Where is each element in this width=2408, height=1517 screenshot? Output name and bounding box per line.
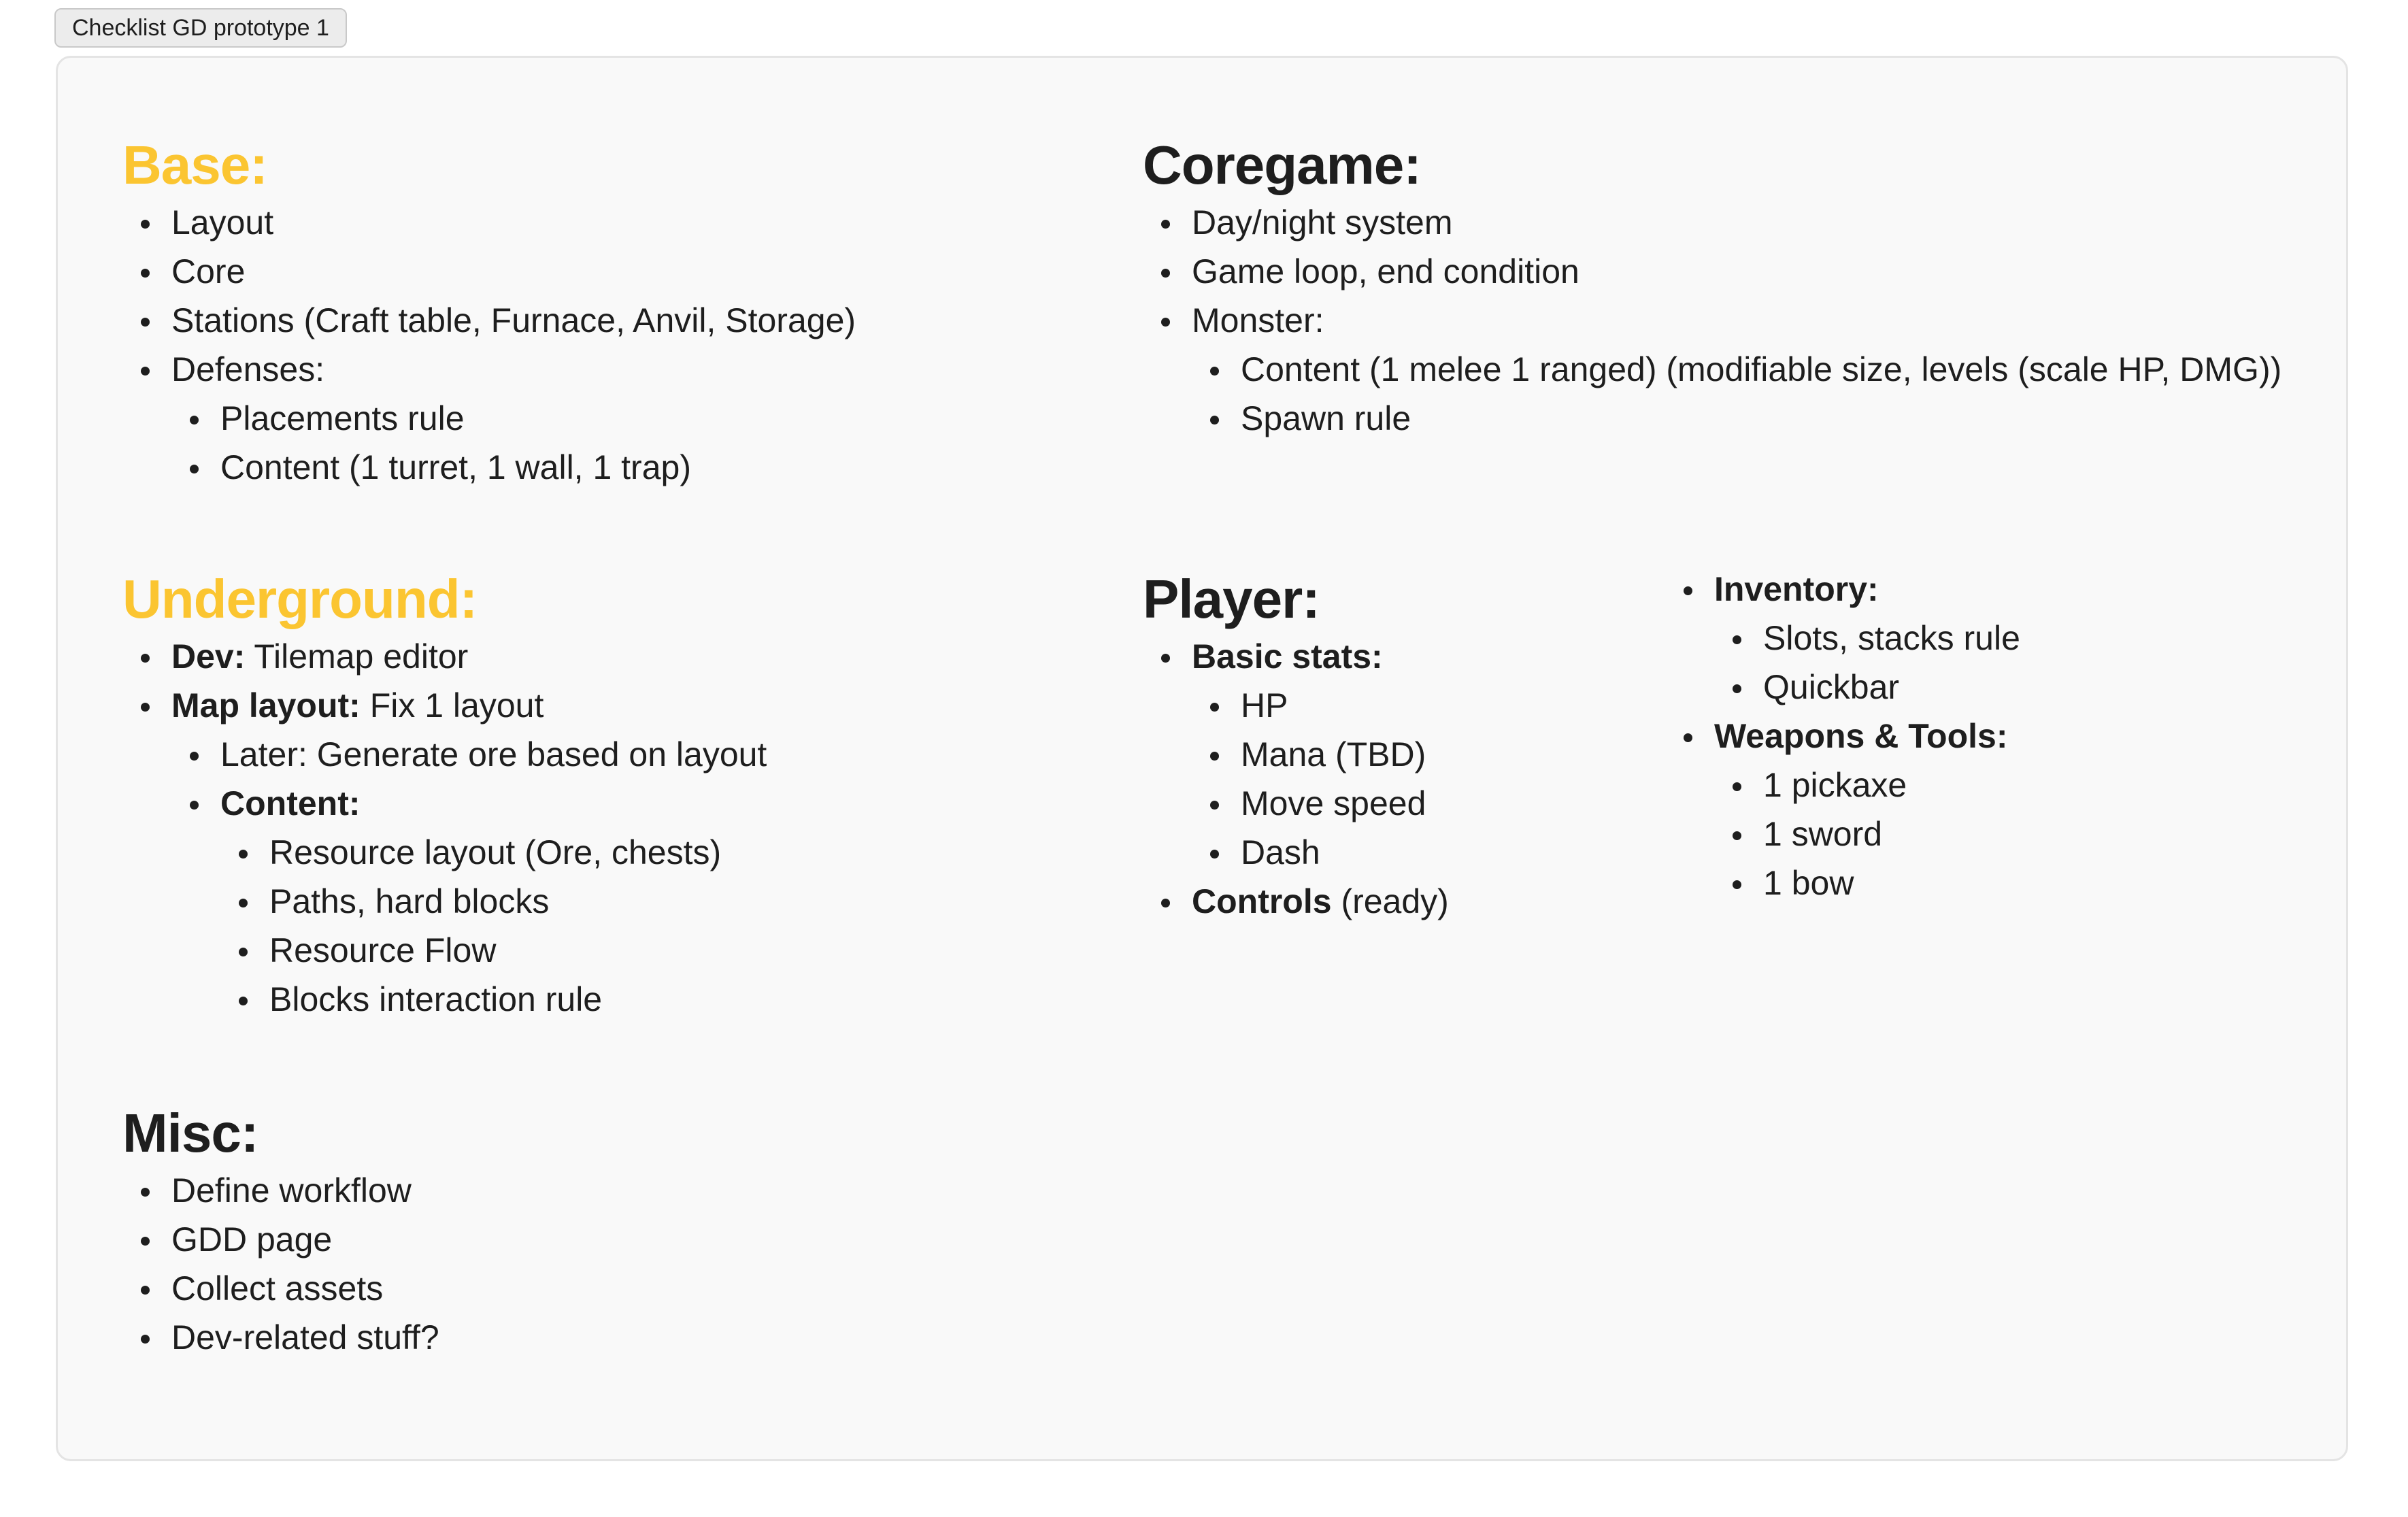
defenses-list: Placements rule Content (1 turret, 1 wal… (171, 394, 856, 492)
list-item[interactable]: 1 bow (1733, 858, 2020, 907)
player-heading: Player: (1143, 569, 1320, 629)
dev-text: Tilemap editor (245, 637, 469, 676)
list-item[interactable]: HP (1210, 681, 1449, 730)
list-item[interactable]: Mana (TBD) (1210, 730, 1449, 779)
controls-label: Controls (1192, 882, 1332, 920)
monster-list: Content (1 melee 1 ranged) (modifiable s… (1192, 345, 2281, 443)
list-item[interactable]: Resource Flow (238, 926, 767, 975)
weapons-tools-label: Weapons & Tools: (1714, 717, 2008, 755)
list-item[interactable]: Dev-related stuff? (141, 1313, 439, 1362)
list-item[interactable]: Spawn rule (1209, 394, 2281, 443)
list-item[interactable]: Paths, hard blocks (238, 877, 767, 926)
checklist-frame[interactable]: Base: Layout Core Stations (Craft table,… (56, 56, 2348, 1461)
list-item[interactable]: Day/night system (1160, 198, 2281, 247)
misc-list: Define workflow GDD page Collect assets … (122, 1166, 439, 1362)
list-item[interactable]: Later: Generate ore based on layout (189, 730, 767, 779)
map-layout-text: Fix 1 layout (360, 686, 544, 724)
basic-stats-list: HP Mana (TBD) Move speed Dash (1192, 681, 1449, 877)
coregame-list: Day/night system Game loop, end conditio… (1143, 198, 2281, 443)
list-item[interactable]: Inventory: Slots, stacks rule Quickbar (1684, 565, 2020, 712)
player-list: Basic stats: HP Mana (TBD) Move speed Da… (1143, 632, 1449, 926)
coregame-section: Coregame: Day/night system Game loop, en… (1143, 133, 2281, 443)
list-item[interactable]: Dev: Tilemap editor (140, 632, 767, 681)
list-item[interactable]: Content (1 turret, 1 wall, 1 trap) (189, 443, 856, 492)
list-item[interactable]: Move speed (1210, 779, 1449, 828)
controls-text: (ready) (1331, 882, 1449, 920)
list-item[interactable]: Controls (ready) (1161, 877, 1449, 926)
list-item[interactable]: Game loop, end condition (1160, 247, 2281, 296)
list-item[interactable]: Stations (Craft table, Furnace, Anvil, S… (140, 296, 856, 345)
list-item[interactable]: Define workflow (141, 1166, 439, 1215)
player-right-list: Inventory: Slots, stacks rule Quickbar W… (1684, 565, 2020, 907)
list-item[interactable]: Layout (140, 198, 856, 247)
underground-list: Dev: Tilemap editor Map layout: Fix 1 la… (122, 632, 767, 1024)
list-item[interactable]: 1 sword (1733, 810, 2020, 858)
misc-section: Misc: Define workflow GDD page Collect a… (122, 1101, 439, 1362)
list-item[interactable]: Core (140, 247, 856, 296)
base-heading: Base: (122, 135, 268, 195)
list-item[interactable]: Placements rule (189, 394, 856, 443)
base-list: Layout Core Stations (Craft table, Furna… (122, 198, 856, 492)
underground-heading: Underground: (122, 569, 478, 629)
list-item[interactable]: Basic stats: HP Mana (TBD) Move speed Da… (1161, 632, 1449, 877)
list-item[interactable]: Blocks interaction rule (238, 975, 767, 1024)
list-item[interactable]: Weapons & Tools: 1 pickaxe 1 sword 1 bow (1684, 712, 2020, 907)
list-item[interactable]: Defenses: Placements rule Content (1 tur… (140, 345, 856, 492)
list-item[interactable]: Resource layout (Ore, chests) (238, 828, 767, 877)
weapons-tools-list: 1 pickaxe 1 sword 1 bow (1714, 761, 2020, 907)
list-item[interactable]: Content: Resource layout (Ore, chests) P… (189, 779, 767, 1024)
list-item[interactable]: Dash (1210, 828, 1449, 877)
list-item[interactable]: Collect assets (141, 1264, 439, 1313)
list-item[interactable]: Monster: Content (1 melee 1 ranged) (mod… (1160, 296, 2281, 443)
content-list: Resource layout (Ore, chests) Paths, har… (220, 828, 767, 1024)
basic-stats-label: Basic stats: (1192, 637, 1383, 676)
inventory-list: Slots, stacks rule Quickbar (1714, 614, 2020, 712)
coregame-heading: Coregame: (1143, 135, 1422, 195)
underground-section: Underground: Dev: Tilemap editor Map lay… (122, 567, 767, 1024)
player-right-column: Inventory: Slots, stacks rule Quickbar W… (1684, 565, 2020, 907)
content-label: Content: (220, 784, 361, 822)
map-layout-label: Map layout: (171, 686, 361, 724)
map-layout-list: Later: Generate ore based on layout Cont… (171, 730, 767, 1024)
list-item[interactable]: Slots, stacks rule (1733, 614, 2020, 663)
misc-heading: Misc: (122, 1103, 258, 1163)
defenses-label: Defenses: (171, 350, 325, 388)
frame-title-tab[interactable]: Checklist GD prototype 1 (54, 8, 347, 48)
list-item[interactable]: Content (1 melee 1 ranged) (modifiable s… (1209, 345, 2281, 394)
list-item[interactable]: GDD page (141, 1215, 439, 1264)
monster-label: Monster: (1192, 301, 1324, 339)
inventory-label: Inventory: (1714, 570, 1879, 608)
dev-label: Dev: (171, 637, 246, 676)
list-item[interactable]: Quickbar (1733, 663, 2020, 712)
player-section: Player: Basic stats: HP Mana (TBD) Move … (1143, 567, 1449, 926)
base-section: Base: Layout Core Stations (Craft table,… (122, 133, 856, 492)
list-item[interactable]: Map layout: Fix 1 layout Later: Generate… (140, 681, 767, 1024)
list-item[interactable]: 1 pickaxe (1733, 761, 2020, 810)
